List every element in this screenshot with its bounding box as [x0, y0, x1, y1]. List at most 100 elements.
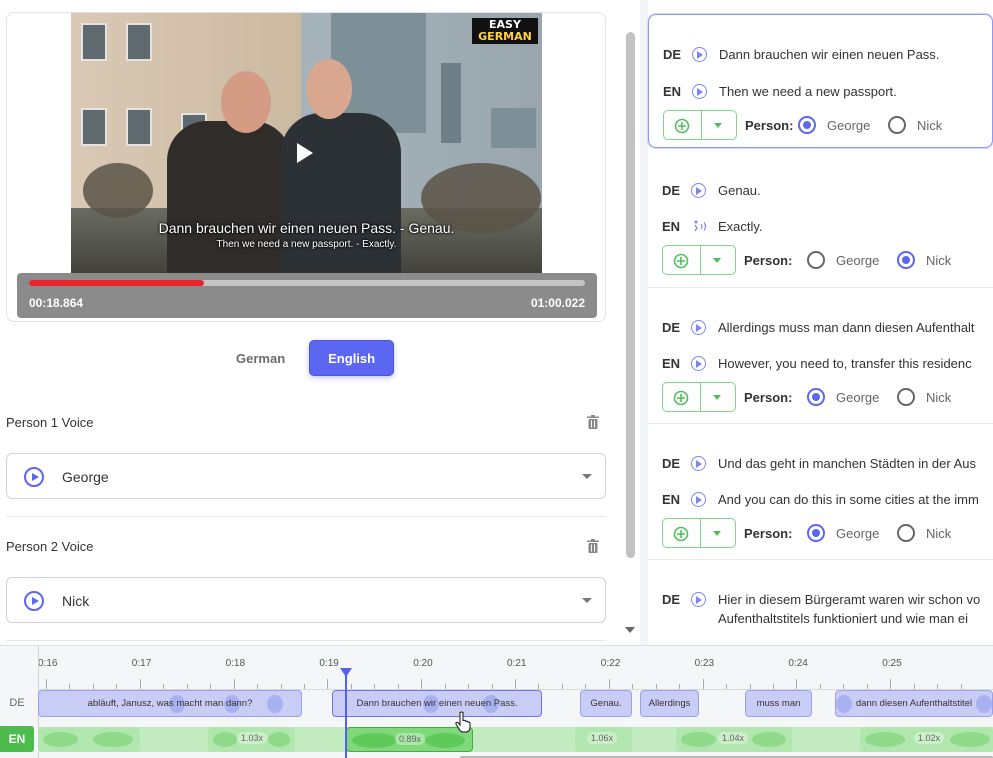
radio-george[interactable] — [807, 388, 825, 406]
regenerate-button[interactable] — [662, 382, 736, 412]
chevron-down-icon[interactable] — [713, 395, 721, 400]
timeline-clip-en[interactable]: 1.04x — [676, 727, 792, 752]
segment-card[interactable]: DE Hier in diesem Bürgeramt waren wir sc… — [648, 569, 993, 645]
speed-badge: 0.89x — [395, 733, 426, 745]
timeline-clip-en[interactable]: 1.03x — [208, 727, 295, 752]
tick-major — [421, 679, 423, 689]
timeline-ruler[interactable]: 0:16 0:17 0:18 0:19 0:20 0:21 0:22 0:23 0:24 0:25 — [38, 654, 993, 690]
play-de-icon[interactable] — [692, 47, 707, 62]
video-frame[interactable]: EASY GERMAN Dann brauchen wir einen neue… — [71, 13, 542, 278]
person-1-voice-select[interactable]: George — [6, 453, 606, 499]
regenerate-button[interactable] — [662, 245, 736, 275]
chevron-down-icon[interactable] — [713, 531, 721, 536]
video-play-icon[interactable] — [297, 143, 313, 163]
radio-george[interactable] — [798, 116, 816, 134]
regenerate-button[interactable] — [662, 518, 736, 548]
regenerate-button[interactable] — [663, 110, 737, 140]
chevron-down-icon[interactable] — [714, 123, 722, 128]
timeline-clip-de[interactable]: dann diesen Aufenthaltstitel — [835, 690, 993, 717]
segment-card[interactable]: DE Dann brauchen wir einen neuen Pass. E… — [648, 14, 993, 148]
tick-minor — [163, 684, 165, 689]
tick-minor — [303, 684, 305, 689]
radio-nick[interactable] — [897, 388, 915, 406]
subtitle-english: Then we need a new passport. - Exactly. — [216, 239, 397, 250]
left-scrollbar[interactable] — [622, 0, 640, 645]
track-label-en[interactable]: EN — [0, 726, 34, 752]
regenerate-icon — [673, 526, 689, 542]
tick-major — [233, 679, 235, 689]
tab-english[interactable]: English — [309, 340, 395, 376]
radio-nick[interactable] — [897, 524, 915, 542]
playhead[interactable] — [345, 668, 347, 758]
timeline-clip-de-selected[interactable]: Dann brauchen wir einen neuen Pass. — [332, 690, 542, 717]
chevron-down-icon — [582, 598, 592, 603]
tick-minor — [819, 684, 821, 689]
speed-badge: 1.02x — [914, 732, 945, 744]
segment-de-text-line2[interactable]: Aufenthaltstitels funktioniert und wie m… — [718, 611, 968, 626]
segments-panel: DE Dann brauchen wir einen neuen Pass. E… — [640, 0, 993, 645]
speed-badge: 1.06x — [587, 732, 618, 744]
tick-minor — [632, 684, 634, 689]
timeline-clip-de[interactable]: Allerdings — [640, 690, 699, 717]
play-en-icon[interactable] — [691, 492, 706, 507]
segment-de-text[interactable]: Hier in diesem Bürgeramt waren wir schon… — [718, 592, 980, 607]
chevron-down-icon[interactable] — [713, 258, 721, 263]
radio-nick[interactable] — [897, 251, 915, 269]
tick-minor — [561, 684, 563, 689]
tick-major — [890, 679, 892, 689]
timeline-clip-en[interactable]: 1.06x — [575, 727, 632, 752]
tick-minor — [749, 684, 751, 689]
subtitle-german: Dann brauchen wir einen neuen Pass. - Ge… — [158, 220, 455, 236]
chevron-down-icon — [582, 474, 592, 479]
timeline-clip-en-selected[interactable]: 0.89x — [346, 727, 473, 752]
segment-en-text[interactable]: Then we need a new passport. — [719, 84, 897, 99]
segment-de-text[interactable]: Und das geht in manchen Städten in der A… — [718, 456, 976, 471]
tick-minor — [280, 684, 282, 689]
segment-de-text[interactable]: Dann brauchen wir einen neuen Pass. — [719, 47, 939, 62]
person-1-voice-title: Person 1 Voice — [6, 415, 94, 430]
person-2-voice-select[interactable]: Nick — [6, 577, 606, 623]
divider — [6, 640, 606, 641]
segment-en-text[interactable]: And you can do this in some cities at th… — [718, 492, 979, 507]
progress-bar[interactable] — [29, 280, 585, 286]
segment-en-text[interactable]: Exactly. — [718, 219, 763, 234]
voice-name: George — [62, 469, 109, 485]
track-label-de: DE — [9, 697, 25, 709]
radio-nick[interactable] — [888, 116, 906, 134]
segment-en-text[interactable]: However, you need to, transfer this resi… — [718, 356, 972, 371]
play-voice-icon[interactable] — [24, 591, 44, 611]
video-player: EASY GERMAN Dann brauchen wir einen neue… — [6, 12, 606, 322]
regenerate-icon — [673, 390, 689, 406]
segment-card[interactable]: DE Allerdings muss man dann diesen Aufen… — [648, 297, 993, 417]
play-en-icon[interactable] — [692, 84, 707, 99]
timeline-clip-de[interactable]: abläuft, Janusz, was macht man dann? — [38, 690, 302, 717]
trash-icon[interactable] — [587, 415, 599, 429]
tick-minor — [397, 684, 399, 689]
segment-de-text[interactable]: Genau. — [718, 183, 761, 198]
timeline-clip-de[interactable]: muss man — [745, 690, 812, 717]
radio-george[interactable] — [807, 524, 825, 542]
segment-card[interactable]: DE Genau. EN Exactly. Person: George Nic… — [648, 160, 993, 280]
app-root: EASY GERMAN Dann brauchen wir einen neue… — [0, 0, 993, 758]
divider — [6, 516, 606, 517]
timeline: 0:16 0:17 0:18 0:19 0:20 0:21 0:22 0:23 0:24 0:25… — [0, 645, 993, 758]
timeline-clip-de[interactable]: Genau. — [580, 690, 632, 717]
play-de-icon[interactable] — [691, 456, 706, 471]
scroll-down-icon[interactable] — [625, 627, 635, 633]
timeline-clip-en[interactable] — [38, 727, 140, 752]
segment-card[interactable]: DE Und das geht in manchen Städten in de… — [648, 433, 993, 553]
play-voice-icon[interactable] — [24, 467, 44, 487]
trash-icon[interactable] — [587, 539, 599, 553]
timeline-clip-en[interactable]: 1.02x — [860, 727, 993, 752]
tab-german[interactable]: German — [222, 340, 299, 376]
radio-george[interactable] — [807, 251, 825, 269]
play-en-icon[interactable] — [691, 356, 706, 371]
play-de-icon[interactable] — [691, 320, 706, 335]
segment-de-text[interactable]: Allerdings muss man dann diesen Aufentha… — [718, 320, 975, 335]
tick-minor — [913, 684, 915, 689]
scrollbar-thumb[interactable] — [626, 32, 635, 558]
play-de-icon[interactable] — [691, 183, 706, 198]
play-de-icon[interactable] — [691, 592, 706, 607]
tick-minor — [186, 684, 188, 689]
tick-minor — [257, 684, 259, 689]
